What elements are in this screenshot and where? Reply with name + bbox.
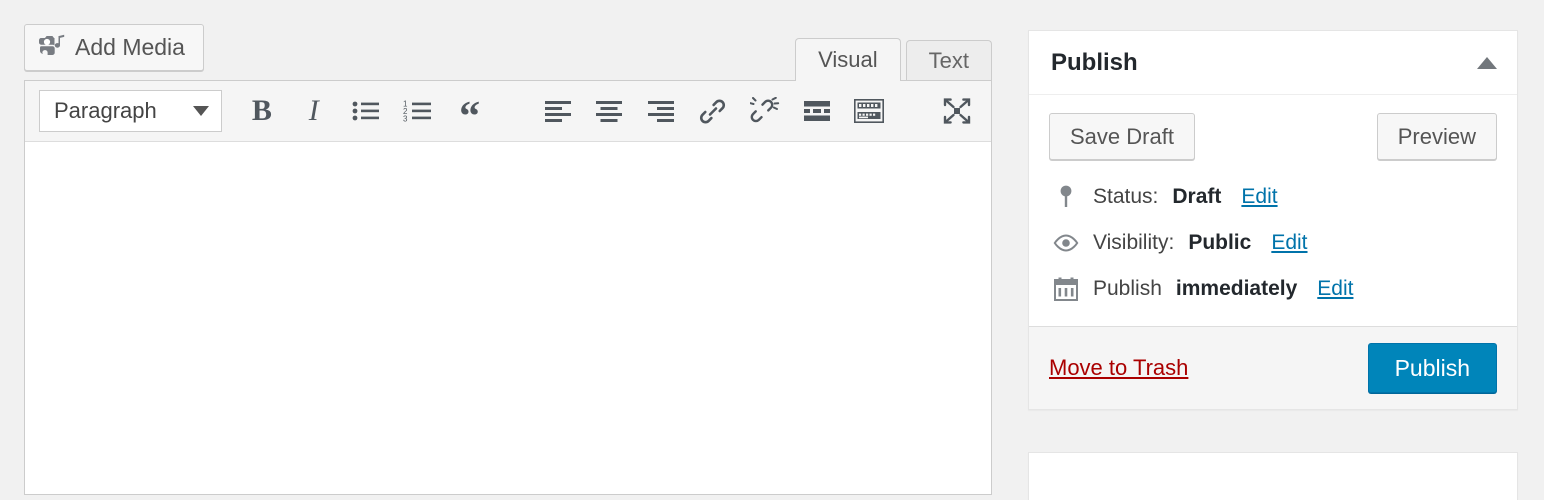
- align-left-button[interactable]: [532, 88, 584, 134]
- editor-column: Add Media Visual Text Paragraph B: [24, 24, 992, 495]
- publish-metabox-footer: Move to Trash Publish: [1029, 326, 1517, 409]
- align-right-icon: [647, 99, 675, 123]
- status-label: Status:: [1093, 185, 1158, 209]
- ordered-list-icon: 1 2 3: [403, 99, 433, 123]
- align-right-button[interactable]: [635, 88, 687, 134]
- visibility-edit-link[interactable]: Edit: [1271, 231, 1307, 255]
- publish-button[interactable]: Publish: [1368, 343, 1497, 393]
- eye-icon: [1053, 234, 1079, 252]
- publish-date-edit-link[interactable]: Edit: [1317, 277, 1353, 301]
- wp-post-editor-screen: Add Media Visual Text Paragraph B: [0, 0, 1544, 500]
- next-metabox-partial: [1028, 452, 1518, 500]
- italic-icon: I: [309, 94, 319, 128]
- paragraph-format-value: Paragraph: [54, 98, 157, 124]
- publish-date-value: immediately: [1176, 277, 1297, 301]
- blockquote-button[interactable]: “: [444, 88, 496, 134]
- read-more-button[interactable]: [791, 88, 843, 134]
- fullscreen-button[interactable]: [931, 88, 983, 134]
- paragraph-format-select[interactable]: Paragraph: [39, 90, 222, 132]
- pin-icon: [1053, 185, 1079, 209]
- visibility-label: Visibility:: [1093, 231, 1174, 255]
- chevron-down-icon: [193, 106, 209, 116]
- status-edit-link[interactable]: Edit: [1241, 185, 1277, 209]
- tab-text[interactable]: Text: [906, 40, 992, 81]
- bold-icon: B: [252, 94, 272, 128]
- align-center-button[interactable]: [584, 88, 636, 134]
- publish-metabox-title: Publish: [1051, 49, 1138, 77]
- editor-toolbar: Paragraph B I: [25, 81, 991, 142]
- save-draft-button[interactable]: Save Draft: [1049, 113, 1195, 160]
- preview-button[interactable]: Preview: [1377, 113, 1497, 160]
- unordered-list-icon: [352, 99, 380, 123]
- tab-text-label: Text: [929, 48, 969, 74]
- italic-button[interactable]: I: [288, 88, 340, 134]
- numbered-list-button[interactable]: 1 2 3: [392, 88, 444, 134]
- svg-text:3: 3: [403, 115, 408, 124]
- remove-link-button[interactable]: [739, 88, 791, 134]
- publish-date-label: Publish: [1093, 277, 1162, 301]
- tab-visual-label: Visual: [818, 47, 878, 73]
- triangle-up-icon[interactable]: [1477, 57, 1497, 69]
- read-more-icon: [803, 100, 831, 122]
- status-row: Status: Draft Edit: [1049, 174, 1497, 220]
- tab-visual[interactable]: Visual: [795, 38, 901, 81]
- bold-button[interactable]: B: [236, 88, 288, 134]
- editor-mode-tabs: Visual Text: [795, 38, 992, 81]
- visibility-value: Public: [1188, 231, 1251, 255]
- publish-date-row: Publish immediately Edit: [1049, 266, 1497, 312]
- status-value: Draft: [1172, 185, 1221, 209]
- bullet-list-button[interactable]: [340, 88, 392, 134]
- publish-metabox-header: Publish: [1029, 31, 1517, 95]
- editor-container: Paragraph B I: [24, 80, 992, 495]
- link-icon: [699, 98, 727, 124]
- calendar-icon: [1053, 277, 1079, 301]
- align-left-icon: [544, 99, 572, 123]
- align-center-icon: [595, 99, 623, 123]
- unlink-icon: [750, 97, 780, 125]
- quote-icon: “: [459, 105, 480, 130]
- sidebar-column: Publish Save Draft Preview Status:: [1028, 30, 1518, 500]
- publish-metabox-body: Save Draft Preview Status: Draft Edit: [1029, 95, 1517, 326]
- post-content-editable[interactable]: [25, 142, 991, 494]
- draft-actions-row: Save Draft Preview: [1049, 113, 1497, 160]
- add-media-label: Add Media: [75, 36, 185, 59]
- move-to-trash-link[interactable]: Move to Trash: [1049, 355, 1188, 381]
- add-media-button[interactable]: Add Media: [24, 24, 204, 71]
- publish-metabox: Publish Save Draft Preview Status:: [1028, 30, 1518, 410]
- media-buttons-row: Add Media Visual Text: [24, 24, 992, 80]
- fullscreen-icon: [942, 97, 972, 125]
- insert-link-button[interactable]: [687, 88, 739, 134]
- camera-music-icon: [39, 33, 65, 62]
- toolbar-toggle-button[interactable]: [843, 88, 895, 134]
- keyboard-icon: [854, 99, 884, 123]
- visibility-row: Visibility: Public Edit: [1049, 220, 1497, 266]
